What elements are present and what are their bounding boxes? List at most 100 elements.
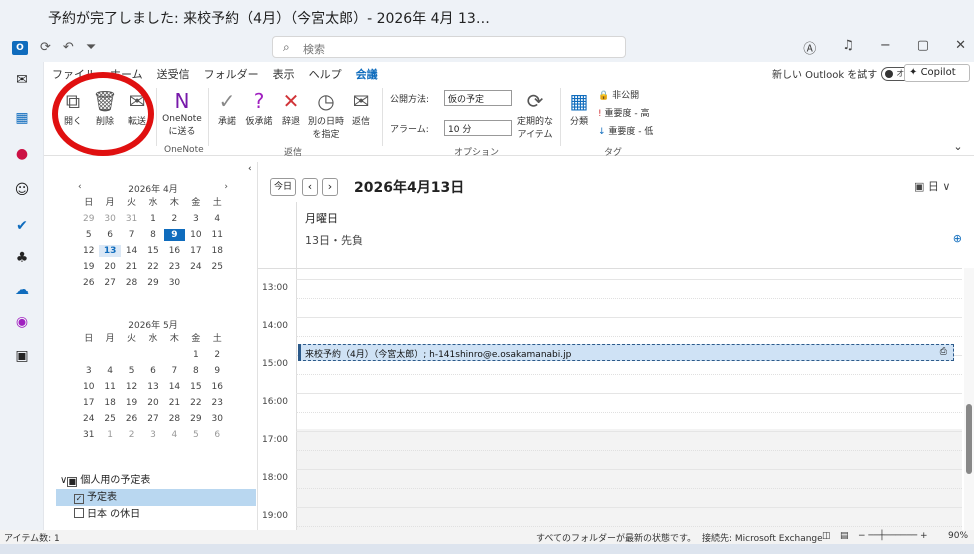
zoom-slider[interactable]: − ──┼────── + xyxy=(858,531,928,541)
normal-view-icon[interactable]: ◫ xyxy=(822,531,831,541)
accept-button[interactable]: ✓ 承諾 xyxy=(212,90,242,127)
mini-cal-day[interactable]: 20 xyxy=(99,261,120,273)
customize-qat-icon[interactable]: ⏷ xyxy=(86,40,96,55)
mini-cal-day[interactable]: 29 xyxy=(142,277,163,289)
mini-cal-day[interactable]: 15 xyxy=(142,245,163,257)
account-icon[interactable]: Ⓐ xyxy=(803,38,816,57)
sync-icon[interactable]: ⟳ xyxy=(40,40,51,55)
mini-cal-day[interactable]: 21 xyxy=(121,261,142,273)
collapse-pane-icon[interactable]: ‹ xyxy=(248,164,252,174)
minimize-button[interactable]: − xyxy=(880,38,891,57)
location-pin-icon[interactable]: ⊕ xyxy=(953,232,962,245)
mini-cal-day[interactable]: 6 xyxy=(207,429,228,441)
mini-cal-day[interactable]: 26 xyxy=(121,413,142,425)
mini-cal-day[interactable]: 23 xyxy=(207,397,228,409)
calendar-checkbox-checked[interactable]: ✓ xyxy=(74,494,84,504)
decline-button[interactable]: ✕ 辞退 xyxy=(276,90,306,127)
mini-cal-day[interactable]: 23 xyxy=(164,261,185,273)
more-apps-icon[interactable]: ▣ xyxy=(14,348,30,364)
forward-button[interactable]: ✉ 転送 xyxy=(122,90,152,127)
mini-cal-day[interactable]: 5 xyxy=(185,429,206,441)
mini-cal-day[interactable]: 1 xyxy=(142,213,163,225)
mini-cal-day[interactable]: 22 xyxy=(185,397,206,409)
today-button[interactable]: 今日 xyxy=(270,178,296,196)
send-to-onenote-button[interactable]: N OneNote に送る xyxy=(160,90,204,137)
prev-month-icon[interactable]: ‹ xyxy=(78,182,82,195)
tentative-button[interactable]: ? 仮承諾 xyxy=(244,90,274,127)
next-month-icon[interactable]: › xyxy=(224,182,228,195)
mini-cal-day[interactable]: 15 xyxy=(185,381,206,393)
mini-cal-day[interactable]: 8 xyxy=(185,365,206,377)
try-new-outlook[interactable]: 新しい Outlook を試す オフ xyxy=(772,66,916,81)
group-checkbox[interactable]: ■ xyxy=(67,477,78,487)
copilot-button[interactable]: ✦ Copilot xyxy=(904,64,970,82)
mini-cal-day[interactable]: 29 xyxy=(78,213,99,225)
mini-cal-day[interactable]: 4 xyxy=(164,429,185,441)
delete-button[interactable]: 🗑 削除 xyxy=(90,90,120,127)
mini-cal-day[interactable]: 9 xyxy=(207,365,228,377)
mini-cal-day[interactable]: 17 xyxy=(78,397,99,409)
reminder-select[interactable]: 10 分 xyxy=(444,120,512,136)
mini-cal-day[interactable]: 24 xyxy=(78,413,99,425)
mail-icon[interactable]: ✉ xyxy=(14,72,30,88)
show-as-select[interactable]: 仮の予定 xyxy=(444,90,512,106)
ribbon-collapse-icon[interactable]: ⌄ xyxy=(950,140,966,153)
calendar-event[interactable]: 来校予約（4月）（今宮太郎）; h-141shinro@e.osakamanab… xyxy=(298,344,954,361)
private-button[interactable]: 🔒 非公開 xyxy=(598,88,658,101)
mini-cal-day[interactable]: 8 xyxy=(142,229,163,241)
mini-cal-day[interactable]: 6 xyxy=(142,365,163,377)
mini-cal-day[interactable]: 30 xyxy=(99,213,120,225)
mini-cal-day[interactable]: 28 xyxy=(164,413,185,425)
mini-cal-day[interactable]: 20 xyxy=(142,397,163,409)
mini-cal-day[interactable]: 30 xyxy=(207,413,228,425)
copilot-icon[interactable]: ● xyxy=(14,146,30,162)
mini-cal-day[interactable]: 21 xyxy=(164,397,185,409)
mini-cal-day[interactable]: 31 xyxy=(121,213,142,225)
loop-icon[interactable]: ◉ xyxy=(14,314,30,330)
mini-cal-day[interactable]: 3 xyxy=(185,213,206,225)
reply-button[interactable]: ✉ 返信 xyxy=(346,90,376,127)
mini-cal-day[interactable]: 9 xyxy=(163,229,186,241)
onedrive-icon[interactable]: ☁ xyxy=(14,282,30,298)
mini-cal-day[interactable]: 6 xyxy=(99,229,120,241)
mini-cal-day[interactable]: 30 xyxy=(164,277,185,289)
open-button[interactable]: ⧉ 開く xyxy=(58,90,88,127)
mini-cal-day[interactable]: 16 xyxy=(164,245,185,257)
mini-cal-day[interactable]: 10 xyxy=(78,381,99,393)
mini-cal-day[interactable]: 25 xyxy=(99,413,120,425)
mini-cal-day[interactable]: 3 xyxy=(78,365,99,377)
mini-cal-day[interactable]: 4 xyxy=(207,213,228,225)
calendar-item-holidays[interactable]: 日本 の休日 xyxy=(56,506,256,523)
mini-cal-day[interactable]: 13 xyxy=(142,381,163,393)
prev-day-button[interactable]: ‹ xyxy=(302,178,318,196)
mini-cal-day[interactable]: 11 xyxy=(207,229,228,241)
mini-cal-day[interactable]: 27 xyxy=(99,277,120,289)
mini-cal-day[interactable]: 2 xyxy=(207,349,228,361)
propose-time-button[interactable]: ◷ 別の日時を指定 xyxy=(308,90,344,140)
calendar-icon[interactable]: ▦ xyxy=(14,110,30,126)
people-icon[interactable]: ☺ xyxy=(14,182,30,198)
mini-cal-day[interactable]: 17 xyxy=(185,245,206,257)
mini-cal-day[interactable]: 14 xyxy=(121,245,142,257)
mini-cal-day[interactable]: 2 xyxy=(121,429,142,441)
calendar-group-header[interactable]: ∨■ 個人用の予定表 xyxy=(56,472,256,489)
mini-cal-day[interactable]: 24 xyxy=(185,261,206,273)
mini-cal-day[interactable]: 12 xyxy=(78,245,99,257)
recurrence-button[interactable]: ⟳ 定期的なアイテム xyxy=(516,90,554,140)
mini-cal-day[interactable]: 22 xyxy=(142,261,163,273)
reading-view-icon[interactable]: ▤ xyxy=(840,531,849,541)
scrollbar-thumb[interactable] xyxy=(966,404,972,474)
undo-icon[interactable]: ↶ xyxy=(63,40,74,55)
todo-icon[interactable]: ✔ xyxy=(14,218,30,234)
mini-cal-day[interactable]: 10 xyxy=(185,229,206,241)
mini-cal-day[interactable]: 2 xyxy=(164,213,185,225)
mini-cal-day[interactable]: 12 xyxy=(121,381,142,393)
mini-cal-day[interactable]: 5 xyxy=(78,229,99,241)
calendar-item-main[interactable]: ✓ 予定表 xyxy=(56,489,256,506)
restore-button[interactable]: ▢ xyxy=(917,38,929,57)
close-button[interactable]: ✕ xyxy=(955,38,966,57)
mini-cal-day[interactable]: 16 xyxy=(207,381,228,393)
mini-cal-day[interactable]: 18 xyxy=(99,397,120,409)
mini-cal-day[interactable]: 7 xyxy=(164,365,185,377)
mini-cal-day[interactable]: 13 xyxy=(99,245,121,257)
